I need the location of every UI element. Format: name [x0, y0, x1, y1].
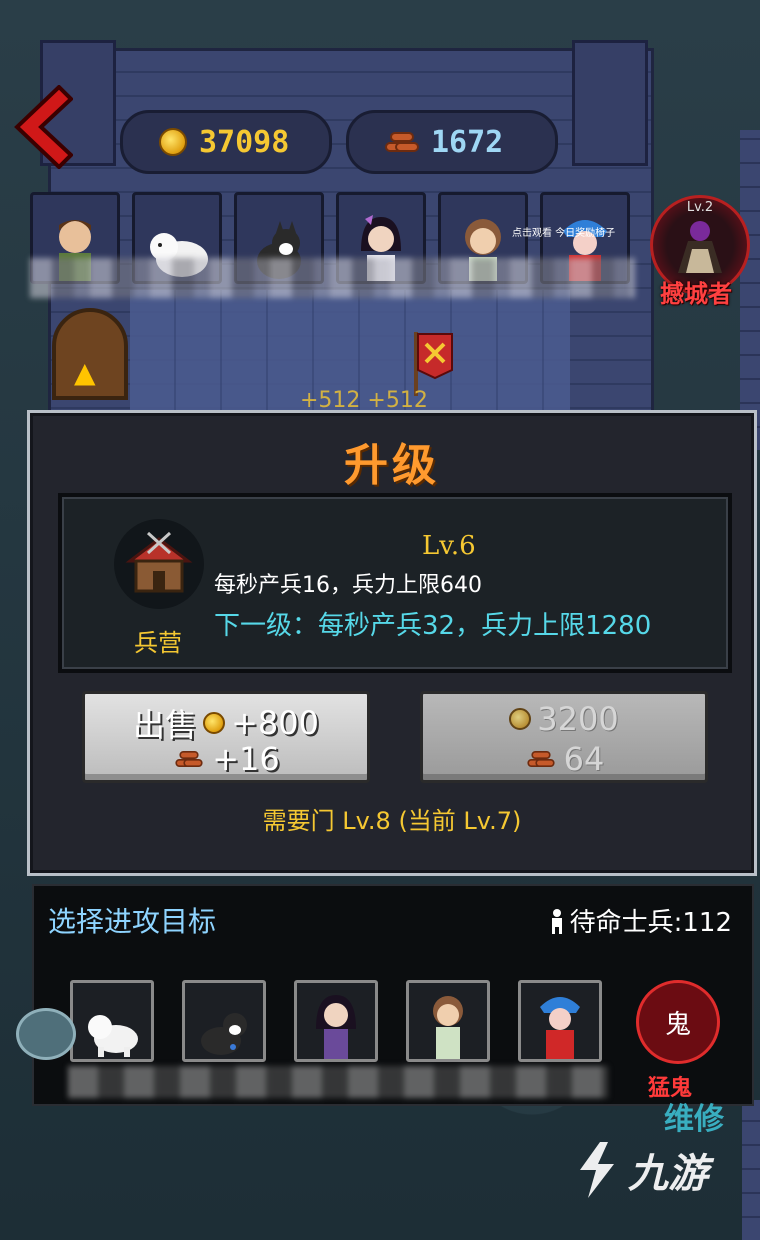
target-list	[70, 980, 602, 1062]
coin-icon	[159, 128, 187, 156]
building-info-box: 兵营 Lv.6 每秒产兵16，兵力上限640 下一级：每秒产兵32，兵力上限12…	[58, 493, 732, 673]
target-woman[interactable]	[406, 980, 490, 1062]
watermark-logo: 九游	[570, 1140, 708, 1200]
target-opera[interactable]	[518, 980, 602, 1062]
boss-name: 撼城者	[660, 280, 732, 308]
coin-counter: 37098	[120, 110, 332, 174]
attack-target-panel: 选择进攻目标 待命士兵:112 鬼 猛鬼	[32, 884, 754, 1106]
coin-amount: 37098	[199, 124, 290, 160]
maintain-label[interactable]: 维修	[664, 1094, 724, 1138]
current-stats: 每秒产兵16，兵力上限640	[214, 573, 482, 598]
target-dog[interactable]	[70, 980, 154, 1062]
side-wall-bottom	[742, 1100, 760, 1240]
blurred-hero-names	[30, 258, 635, 298]
tuxedo-cat-icon	[201, 1013, 247, 1055]
target-girl-purple[interactable]	[294, 980, 378, 1062]
ghost-target-badge[interactable]: 鬼	[636, 980, 720, 1064]
coin-icon	[509, 708, 532, 730]
upgrade-dialog: 升级 兵营 Lv.6 每秒产兵16，兵力上限640 下一级：每秒产兵32，兵力上…	[27, 410, 757, 876]
castle-tower-right	[572, 40, 648, 166]
wood-amount: 1672	[431, 124, 504, 160]
back-arrow-icon	[14, 85, 73, 169]
side-wall	[740, 130, 760, 450]
upgrade-button[interactable]: 3200 64	[420, 691, 708, 783]
back-button[interactable]	[12, 84, 74, 170]
chat-bubble-icon[interactable]	[16, 1008, 76, 1060]
target-panel-title: 选择进攻目标	[48, 905, 217, 938]
dialog-title: 升级	[344, 440, 440, 491]
upgrade-requirement: 需要门 Lv.8 (当前 Lv.7)	[262, 807, 522, 835]
wood-icon	[527, 749, 555, 768]
standby-soldiers: 待命士兵:112	[548, 902, 732, 939]
opera-performer-icon	[540, 997, 580, 1059]
soldier-icon	[551, 908, 562, 934]
barracks-icon	[114, 519, 204, 609]
boss-figure-icon	[678, 221, 722, 273]
girl-butterfly-portrait-icon	[316, 995, 356, 1059]
sell-button[interactable]: 出售 +800 +16	[82, 691, 370, 783]
nine-game-logo-icon	[580, 1142, 614, 1198]
sell-coin-amount: +800	[231, 704, 319, 742]
wood-icon	[385, 130, 419, 154]
upgrade-wood-cost: 64	[563, 740, 605, 778]
building-name: 兵营	[134, 629, 182, 657]
sell-wood-amount: +16	[212, 740, 280, 778]
logo-text: 九游	[628, 1151, 708, 1197]
blurred-target-names	[68, 1066, 608, 1098]
upgrade-coin-cost: 3200	[537, 700, 619, 738]
ghost-glyph: 鬼	[664, 1009, 691, 1040]
wood-icon	[175, 749, 203, 768]
wood-counter: 1672	[346, 110, 558, 174]
woman-portrait-icon	[433, 996, 463, 1059]
target-cat[interactable]	[182, 980, 266, 1062]
standby-label: 待命士兵:112	[569, 908, 732, 938]
building-level: Lv.6	[422, 531, 476, 561]
coin-icon	[203, 712, 226, 734]
door-upgrade-arrow-icon: ▲	[74, 356, 96, 389]
white-dog-icon	[88, 1015, 138, 1057]
boss-level: Lv.2	[686, 200, 714, 215]
hero-note: 点击观看 今日奖励椅子	[512, 228, 616, 239]
next-level-stats: 下一级：每秒产兵32，兵力上限1280	[214, 611, 652, 641]
